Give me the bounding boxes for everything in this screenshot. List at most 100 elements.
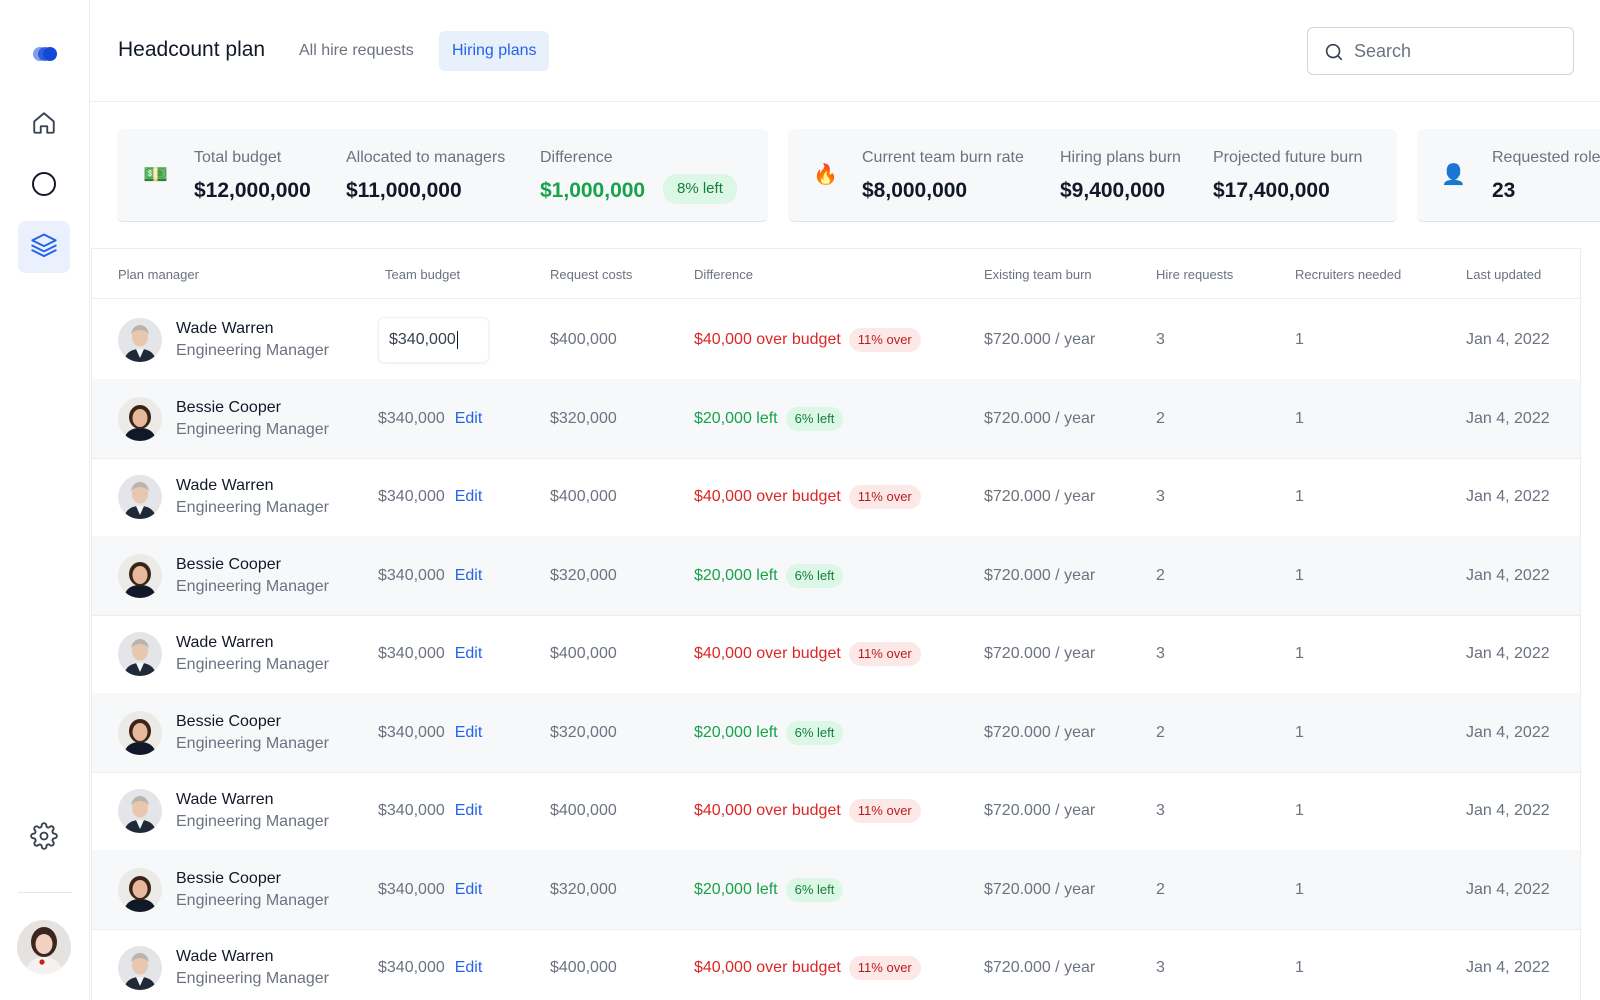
existing-burn-value: $720.000 / year (984, 645, 1096, 662)
col-difference[interactable]: Difference (694, 267, 753, 282)
edit-budget-link[interactable]: Edit (455, 410, 483, 428)
col-hire-requests[interactable]: Hire requests (1156, 267, 1233, 282)
table-row[interactable]: Wade Warren Engineering Manager $340,000… (92, 928, 1580, 1000)
col-last-updated[interactable]: Last updated (1466, 267, 1541, 282)
manager-cell: Bessie Cooper Engineering Manager (118, 693, 329, 773)
edit-budget-link[interactable]: Edit (455, 645, 483, 663)
last-updated-cell: Jan 4, 2022 (1466, 379, 1550, 459)
last-updated-cell: Jan 4, 2022 (1466, 771, 1550, 851)
manager-role: Engineering Manager (176, 813, 329, 830)
last-updated-value: Jan 4, 2022 (1466, 331, 1550, 348)
sidebar-item-circle[interactable] (18, 160, 70, 212)
hire-requests-value: 3 (1156, 331, 1165, 348)
request-costs-value: $320,000 (550, 566, 617, 584)
last-updated-cell: Jan 4, 2022 (1466, 693, 1550, 773)
search-box (1307, 27, 1574, 75)
page-title: Headcount plan (118, 38, 266, 61)
table-row[interactable]: Wade Warren Engineering Manager $340,000… (92, 300, 1580, 380)
request-costs-cell: $400,000 (550, 614, 617, 694)
table-row[interactable]: Bessie Cooper Engineering Manager $340,0… (92, 378, 1580, 459)
table-row[interactable]: Wade Warren Engineering Manager $340,000… (92, 771, 1580, 851)
team-budget-cell: $340,000 Edit (378, 928, 482, 1000)
team-budget-input[interactable]: $340,000 (378, 317, 489, 363)
edit-budget-link[interactable]: Edit (455, 881, 483, 899)
request-costs-value: $400,000 (550, 802, 617, 819)
difference-cell: $20,000 left 6% left (694, 536, 844, 616)
request-costs-value: $400,000 (550, 331, 617, 348)
current-burn-stat: Current team burn rate $8,000,000 (862, 149, 1024, 203)
header: Headcount plan All hire requests Hiring … (90, 0, 1600, 102)
manager-role: Engineering Manager (176, 891, 329, 909)
hire-requests-cell: 3 (1156, 614, 1165, 694)
team-budget-cell: $340,000 Edit (378, 379, 482, 459)
manager-cell: Wade Warren Engineering Manager (118, 771, 329, 851)
user-avatar[interactable] (17, 920, 71, 974)
hire-requests-value: 2 (1156, 880, 1165, 898)
col-existing-burn[interactable]: Existing team burn (984, 267, 1092, 282)
manager-cell: Bessie Cooper Engineering Manager (118, 850, 329, 930)
recruiters-cell: 1 (1295, 693, 1304, 773)
request-costs-cell: $320,000 (550, 379, 617, 459)
difference-value: $40,000 over budget (694, 488, 841, 505)
col-plan-manager[interactable]: Plan manager (118, 267, 199, 282)
tab-all-hire-requests[interactable]: All hire requests (286, 31, 427, 71)
recruiters-cell: 1 (1295, 379, 1304, 459)
hiring-burn-label: Hiring plans burn (1060, 149, 1181, 166)
logo-icon[interactable] (27, 36, 63, 72)
existing-burn-cell: $720.000 / year (984, 771, 1095, 851)
team-budget-cell: $340,000 Edit (378, 771, 482, 851)
col-team-budget[interactable]: Team budget (385, 267, 460, 282)
last-updated-value: Jan 4, 2022 (1466, 488, 1550, 505)
existing-burn-cell: $720.000 / year (984, 536, 1095, 616)
edit-budget-link[interactable]: Edit (455, 959, 483, 977)
hire-requests-value: 2 (1156, 723, 1165, 741)
recruiters-cell: 1 (1295, 771, 1304, 851)
table-row[interactable]: Bessie Cooper Engineering Manager $340,0… (92, 535, 1580, 616)
edit-budget-link[interactable]: Edit (455, 802, 483, 820)
sidebar-item-layers[interactable] (18, 221, 70, 273)
existing-burn-cell: $720.000 / year (984, 379, 1095, 459)
table-row[interactable]: Wade Warren Engineering Manager $340,000… (92, 457, 1580, 537)
tab-hiring-plans[interactable]: Hiring plans (439, 31, 550, 71)
edit-budget-link[interactable]: Edit (455, 567, 483, 585)
difference-cell: $20,000 left 6% left (694, 850, 844, 930)
settings-button[interactable] (18, 812, 70, 864)
difference-cell: $40,000 over budget 11% over (694, 771, 921, 851)
hire-requests-value: 3 (1156, 488, 1165, 505)
existing-burn-cell: $720.000 / year (984, 300, 1095, 380)
col-recruiters-needed[interactable]: Recruiters needed (1295, 267, 1401, 282)
recruiters-value: 1 (1295, 959, 1304, 976)
hiring-burn-stat: Hiring plans burn $9,400,000 (1060, 149, 1181, 203)
request-costs-value: $400,000 (550, 645, 617, 662)
request-costs-value: $320,000 (550, 723, 617, 741)
manager-name: Bessie Cooper (176, 398, 281, 416)
sidebar-item-home[interactable] (18, 99, 70, 151)
manager-name: Wade Warren (176, 477, 274, 494)
total-budget-label: Total budget (194, 149, 282, 166)
recruiters-value: 1 (1295, 645, 1304, 662)
existing-burn-value: $720.000 / year (984, 880, 1096, 898)
difference-label: Difference (540, 149, 613, 166)
team-budget-value: $340,000 (378, 880, 445, 898)
manager-avatar (118, 710, 162, 755)
difference-cell: $40,000 over budget 11% over (694, 300, 921, 380)
edit-budget-link[interactable]: Edit (455, 724, 483, 742)
manager-name: Bessie Cooper (176, 555, 281, 573)
home-icon (31, 110, 57, 141)
manager-avatar (118, 475, 162, 519)
table-row[interactable]: Bessie Cooper Engineering Manager $340,0… (92, 849, 1580, 930)
team-budget-value: $340,000 (378, 566, 445, 584)
last-updated-value: Jan 4, 2022 (1466, 959, 1550, 976)
manager-avatar (118, 946, 162, 990)
manager-role: Engineering Manager (176, 577, 329, 595)
manager-name: Wade Warren (176, 948, 274, 965)
col-request-costs[interactable]: Request costs (550, 267, 632, 282)
edit-budget-link[interactable]: Edit (455, 488, 483, 506)
total-budget-value: $12,000,000 (194, 179, 311, 202)
difference-badge: 11% over (848, 485, 921, 509)
last-updated-cell: Jan 4, 2022 (1466, 300, 1550, 380)
search-input[interactable] (1354, 28, 1564, 74)
team-budget-value: $340,000 (378, 409, 445, 427)
table-row[interactable]: Bessie Cooper Engineering Manager $340,0… (92, 692, 1580, 773)
table-row[interactable]: Wade Warren Engineering Manager $340,000… (92, 614, 1580, 694)
